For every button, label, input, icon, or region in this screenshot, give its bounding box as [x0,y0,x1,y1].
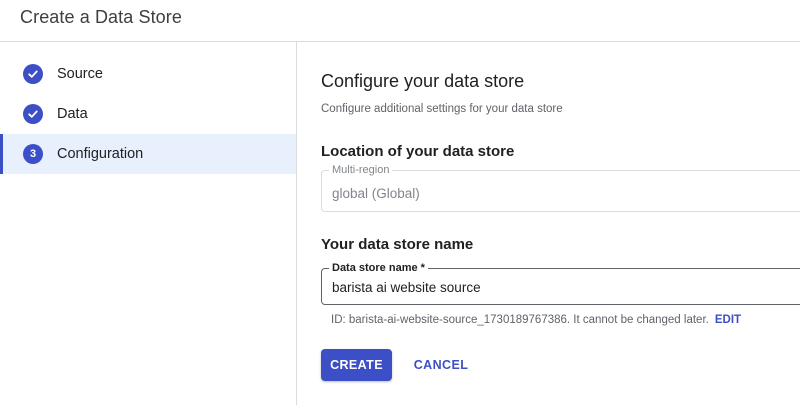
header-bar: Create a Data Store [0,0,800,42]
step-data[interactable]: Data [0,94,296,134]
step-label: Data [57,106,88,122]
cancel-button[interactable]: CANCEL [404,349,478,381]
check-circle-icon [23,104,43,124]
region-field: Multi-region global (Global) [321,164,800,212]
data-store-name-label: Data store name * [329,262,428,274]
create-button[interactable]: CREATE [321,349,392,381]
check-circle-icon [23,64,43,84]
edit-id-link[interactable]: EDIT [715,314,741,326]
step-source[interactable]: Source [0,54,296,94]
step-label: Source [57,66,103,82]
stepper: Source Data 3 Configuration [0,42,297,405]
section-title: Configure your data store [321,71,525,91]
data-store-name-value[interactable]: barista ai website source [332,280,481,295]
section-subtitle: Configure additional settings for your d… [321,103,563,115]
id-text: ID: barista-ai-website-source_1730189767… [331,314,709,326]
name-heading: Your data store name [321,236,474,253]
step-configuration[interactable]: 3 Configuration [0,134,296,174]
id-helper-text: ID: barista-ai-website-source_1730189767… [331,314,741,326]
step-number-badge: 3 [23,144,43,164]
page-title: Create a Data Store [20,7,182,27]
region-value: global (Global) [332,186,420,201]
main-panel: Configure your data store Configure addi… [321,42,800,405]
region-field-label: Multi-region [329,164,393,176]
step-label: Configuration [57,146,144,162]
data-store-name-field[interactable]: Data store name * barista ai website sou… [321,262,800,305]
location-heading: Location of your data store [321,143,515,160]
